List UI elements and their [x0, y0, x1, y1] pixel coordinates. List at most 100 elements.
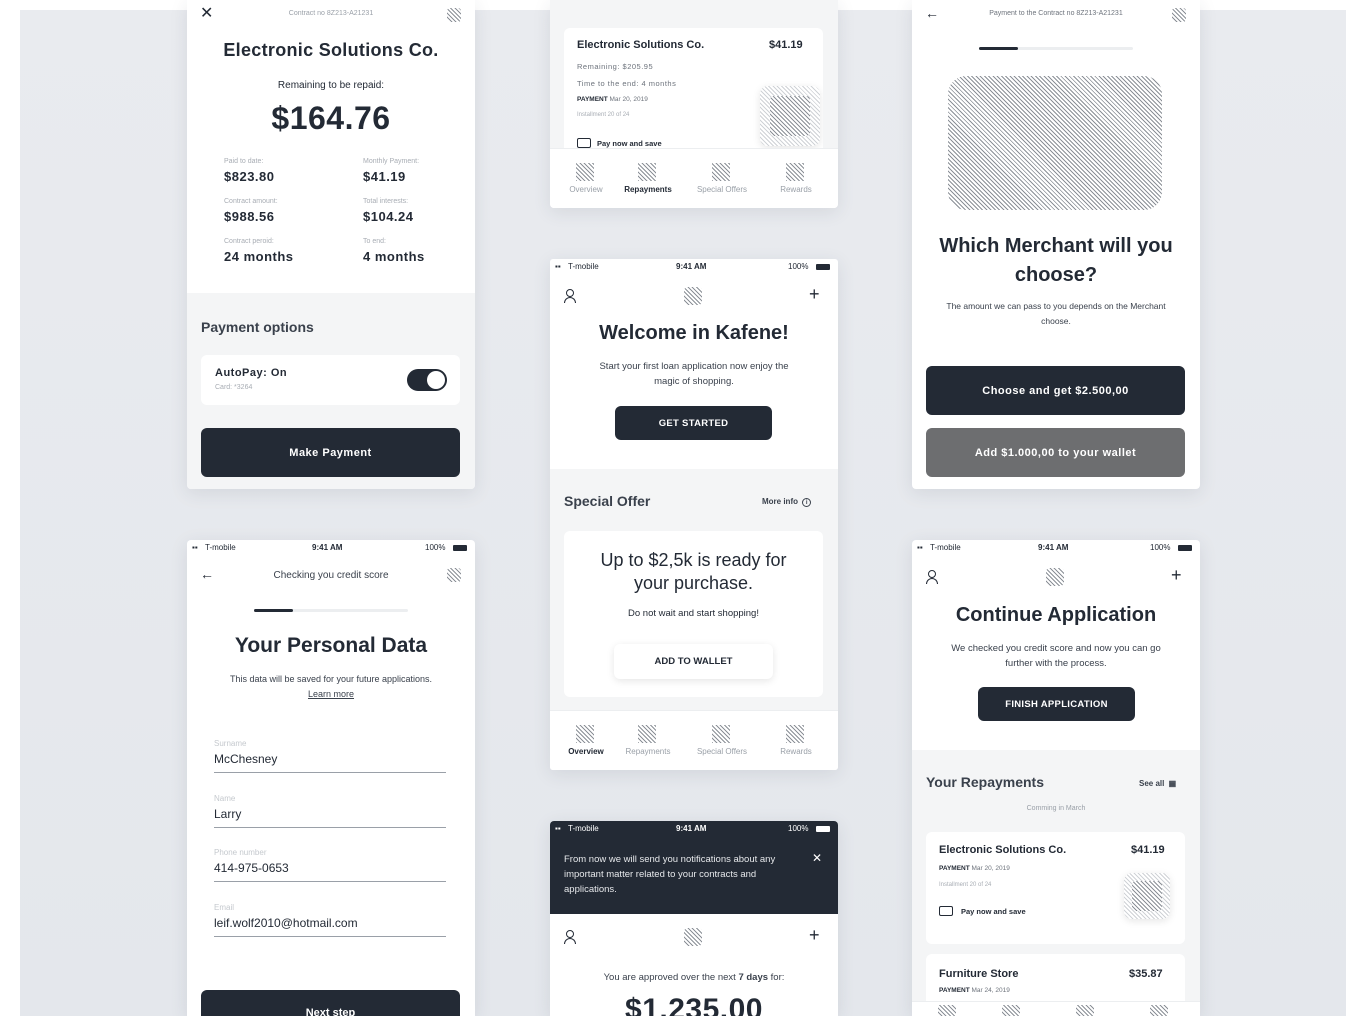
progress-fill: [979, 47, 1018, 50]
stat-interests: Total interests: $104.24: [363, 198, 414, 224]
choose-merchant-button[interactable]: Choose and get $2.500,00: [926, 366, 1185, 415]
add-to-wallet-button[interactable]: Add $1.000,00 to your wallet: [926, 428, 1185, 477]
user-icon[interactable]: [926, 570, 938, 584]
add-icon[interactable]: +: [809, 926, 820, 944]
user-icon[interactable]: [564, 289, 576, 303]
welcome-subtitle: Start your first loan application now en…: [599, 361, 789, 387]
merchant-subtitle: The amount we can pass to you depends on…: [946, 301, 1166, 326]
stat-paid: Paid to date: $823.80: [224, 158, 275, 184]
pay-now-link[interactable]: Pay now and save: [597, 139, 662, 148]
tab-repayments[interactable]: Repayments: [612, 711, 684, 770]
payment-tag: PAYMENT: [577, 96, 608, 103]
rewards-icon: [786, 725, 804, 743]
signal-icon: ▪▪: [555, 824, 561, 833]
page-title: Your Personal Data: [234, 634, 428, 657]
personal-data-screen: ▪▪ T-mobile 9:41 AM 100% ← Checking you …: [187, 540, 475, 1016]
carrier: T-mobile: [930, 543, 961, 552]
user-icon[interactable]: [564, 930, 576, 944]
status-bar: ▪▪ T-mobile 9:41 AM 100%: [550, 824, 838, 836]
tab-repayments[interactable]: Repayments: [612, 149, 684, 208]
battery-icon: [1178, 545, 1192, 551]
merchant-logo-icon: [760, 86, 820, 146]
tab-special-offers[interactable]: Special Offers: [686, 149, 758, 208]
contract-number: Contract no 8Z213-A21231: [288, 10, 374, 17]
progress-fill: [254, 609, 293, 612]
remaining-label: Remaining to be repaid:: [277, 80, 385, 91]
stat-label: Contract peroid:: [224, 238, 274, 245]
autopay-card: AutoPay: On Card: *3264: [201, 355, 460, 405]
rewards-icon[interactable]: [1150, 1005, 1168, 1016]
notification-text: From now we will send you notifications …: [564, 854, 776, 895]
phone-field[interactable]: Phone number 414-975-0653: [214, 848, 446, 882]
surname-field[interactable]: Surname McChesney: [214, 739, 446, 773]
special-offers-icon[interactable]: [1076, 1005, 1094, 1016]
repayments-icon[interactable]: [1002, 1005, 1020, 1016]
menu-icon[interactable]: [447, 8, 461, 22]
menu-icon[interactable]: [447, 568, 461, 582]
payment-date: Mar 20, 2019: [971, 865, 1010, 872]
page-subtitle: This data will be saved for your future …: [227, 672, 435, 702]
back-arrow-icon[interactable]: ←: [200, 567, 214, 581]
close-icon[interactable]: ✕: [812, 851, 822, 865]
clock: 9:41 AM: [312, 543, 343, 552]
close-icon[interactable]: ✕: [200, 6, 213, 22]
add-icon[interactable]: +: [809, 285, 820, 303]
clock: 9:41 AM: [676, 824, 707, 833]
toggle-knob: [427, 371, 445, 389]
stat-value: 4 months: [363, 249, 425, 264]
next-step-button[interactable]: Next step: [201, 990, 460, 1016]
field-label: Email: [214, 903, 235, 912]
card-icon: [577, 138, 591, 148]
rewards-icon: [786, 163, 804, 181]
field-value[interactable]: Larry: [214, 807, 446, 828]
grid-icon: ▦: [1168, 779, 1177, 788]
field-label: Phone number: [214, 848, 267, 857]
approved-amount: $1,235.00: [625, 993, 763, 1016]
overview-icon[interactable]: [938, 1005, 956, 1016]
tab-rewards[interactable]: Rewards: [760, 711, 832, 770]
autopay-card-number: Card: *3264: [215, 384, 253, 391]
autopay-toggle[interactable]: [407, 369, 447, 391]
repayment-installment: Installment 20 of 24: [577, 112, 630, 118]
get-started-button[interactable]: GET STARTED: [615, 406, 772, 440]
repayments-title: Your Repayments: [926, 774, 1044, 790]
repayment-card[interactable]: Electronic Solutions Co. $41.19 Remainin…: [564, 28, 823, 148]
battery-level: 100%: [788, 262, 809, 271]
tab-special-offers[interactable]: Special Offers: [686, 711, 758, 770]
stat-contract-amount: Contract amount: $988.56: [224, 198, 278, 224]
see-all-label: See all: [1139, 779, 1165, 788]
repayments-section: Your Repayments See all ▦ Comming in Mar…: [912, 750, 1200, 1016]
repayment-card[interactable]: Electronic Solutions Co. $41.19 PAYMENT …: [926, 832, 1185, 944]
clock: 9:41 AM: [676, 262, 707, 271]
merchant-title: Which Merchant will you choose?: [939, 235, 1173, 286]
menu-icon[interactable]: [1172, 8, 1186, 22]
repayments-icon: [638, 725, 656, 743]
tab-rewards[interactable]: Rewards: [760, 149, 832, 208]
finish-application-button[interactable]: FINISH APPLICATION: [978, 687, 1135, 721]
stat-label: Total interests:: [363, 198, 409, 205]
stat-label: Paid to date:: [224, 158, 264, 165]
special-offers-icon: [712, 163, 730, 181]
battery-icon: [816, 826, 830, 832]
name-field[interactable]: Name Larry: [214, 794, 446, 828]
tab-bar: [912, 1001, 1200, 1016]
learn-more-link[interactable]: Learn more: [308, 689, 354, 699]
signal-icon: ▪▪: [555, 262, 561, 271]
repayment-remaining: Remaining: $205.95: [577, 62, 654, 71]
more-info-link[interactable]: More info i: [762, 497, 812, 507]
card-icon: [939, 906, 953, 916]
approved-text: You are approved over the next 7 days fo…: [550, 972, 838, 983]
info-icon: i: [802, 498, 812, 507]
see-all-link[interactable]: See all ▦: [1139, 779, 1176, 788]
field-value[interactable]: leif.wolf2010@hotmail.com: [214, 916, 446, 937]
field-value[interactable]: 414-975-0653: [214, 861, 446, 882]
email-field[interactable]: Email leif.wolf2010@hotmail.com: [214, 903, 446, 937]
make-payment-button[interactable]: Make Payment: [201, 428, 460, 477]
back-arrow-icon[interactable]: ←: [925, 6, 939, 20]
field-value[interactable]: McChesney: [214, 752, 446, 773]
pay-now-link[interactable]: Pay now and save: [961, 907, 1026, 916]
repayment-payment: PAYMENT Mar 20, 2019: [577, 96, 648, 103]
add-icon[interactable]: +: [1171, 566, 1182, 584]
repayment-time-to-end: Time to the end: 4 months: [577, 79, 677, 88]
add-to-wallet-button[interactable]: ADD TO WALLET: [614, 644, 773, 679]
